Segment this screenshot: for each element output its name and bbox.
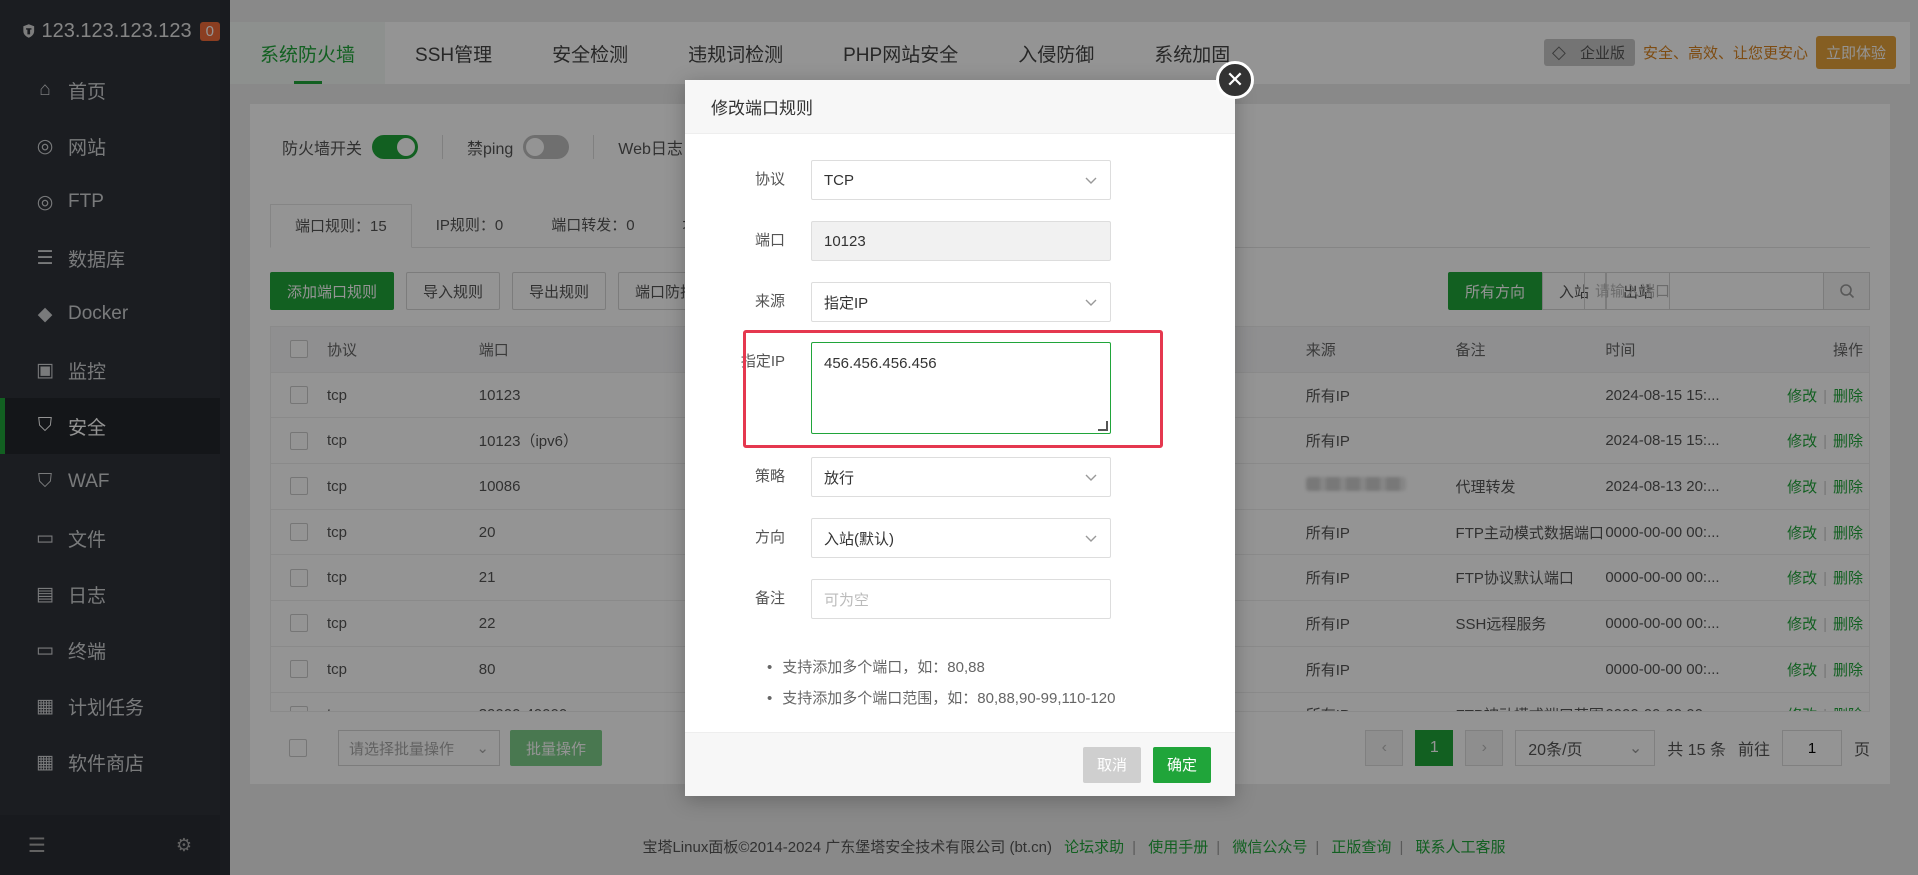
direction-select[interactable]: 入站(默认)	[811, 518, 1111, 558]
dialog-title: 修改端口规则	[685, 80, 1235, 134]
chevron-down-icon	[1085, 177, 1097, 184]
note-placeholder: 可为空	[824, 591, 870, 609]
note-input[interactable]: 可为空	[811, 579, 1111, 619]
policy-label: 策略	[754, 468, 785, 485]
cancel-button[interactable]: 取消	[1082, 746, 1141, 783]
source-row: 来源 指定IP	[685, 282, 1235, 322]
source-value: 指定IP	[824, 294, 869, 312]
port-input: 10123	[811, 221, 1111, 261]
tips-list: 支持添加多个端口，如：80,88 支持添加多个端口范围，如：80,88,90-9…	[767, 652, 1115, 714]
port-value: 10123	[824, 232, 866, 250]
source-select[interactable]: 指定IP	[811, 282, 1111, 322]
chevron-down-icon	[1085, 535, 1097, 542]
tip-item: 支持添加多个端口范围，如：80,88,90-99,110-120	[767, 683, 1115, 714]
tip-item: 支持添加多个端口，如：80,88	[767, 652, 1115, 683]
direction-label: 方向	[754, 529, 785, 546]
direction-value: 入站(默认)	[824, 530, 894, 548]
close-icon[interactable]: ✕	[1216, 61, 1254, 99]
specified-ip-value: 456.456.456.456	[824, 355, 937, 372]
specified-ip-row: 指定IP 456.456.456.456	[685, 342, 1235, 434]
protocol-select[interactable]: TCP	[811, 160, 1111, 200]
policy-value: 放行	[824, 469, 855, 487]
edit-port-rule-dialog: 修改端口规则 协议 TCP 端口 10123 来源 指定IP 指定IP 456.…	[685, 80, 1235, 796]
port-label: 端口	[754, 232, 785, 249]
note-label: 备注	[754, 590, 785, 607]
policy-row: 策略 放行	[685, 457, 1235, 497]
policy-select[interactable]: 放行	[811, 457, 1111, 497]
source-label: 来源	[754, 293, 785, 310]
resize-handle-icon[interactable]	[1098, 421, 1108, 431]
confirm-button[interactable]: 确定	[1152, 746, 1211, 783]
specified-ip-label: 指定IP	[740, 353, 785, 370]
chevron-down-icon	[1085, 299, 1097, 306]
protocol-value: TCP	[824, 171, 854, 189]
specified-ip-textarea[interactable]: 456.456.456.456	[811, 342, 1111, 434]
protocol-label: 协议	[754, 171, 785, 188]
chevron-down-icon	[1085, 474, 1097, 481]
direction-row: 方向 入站(默认)	[685, 518, 1235, 558]
note-row: 备注 可为空	[685, 579, 1235, 619]
port-row: 端口 10123	[685, 221, 1235, 261]
protocol-row: 协议 TCP	[685, 160, 1235, 200]
dialog-footer: 取消 确定	[685, 732, 1235, 796]
